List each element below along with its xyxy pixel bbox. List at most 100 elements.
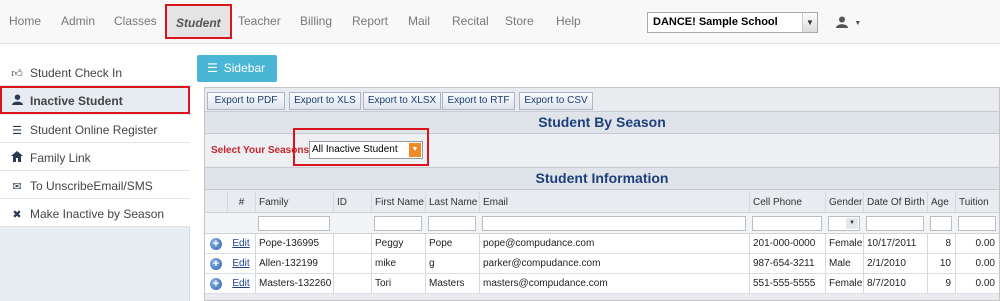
table-header-row: # Family ID First Name Last Name Email C…	[205, 192, 999, 213]
cell-tuition: 0.00	[955, 254, 999, 273]
sidebar-item-label: To UnscribeEmail/SMS	[30, 179, 153, 193]
cell-age: 9	[927, 274, 955, 293]
cell-date-of-birth: 10/17/2011	[863, 234, 927, 253]
expand-row-icon[interactable]: +	[210, 258, 222, 270]
col-header-gender[interactable]: Gender	[825, 192, 863, 212]
chevron-down-icon: ▼	[802, 13, 817, 32]
edit-link[interactable]: Edit	[227, 234, 255, 253]
school-select[interactable]: DANCE! Sample School ▼	[647, 12, 818, 33]
col-header-date-of-birth[interactable]: Date Of Birth	[863, 192, 927, 212]
col-header-family[interactable]: Family	[255, 192, 333, 212]
season-highlight-box	[293, 128, 429, 166]
sidebar: 👍︎ Student Check In Inactive Student ☰ Stu…	[0, 58, 190, 301]
nav-help[interactable]: Help	[556, 14, 581, 28]
nav-admin[interactable]: Admin	[61, 14, 95, 28]
filter-email-input[interactable]	[482, 216, 746, 231]
cell-family: Masters-132260	[255, 274, 333, 293]
nav-report[interactable]: Report	[352, 14, 388, 28]
nav-classes[interactable]: Classes	[114, 14, 157, 28]
col-header-number[interactable]: #	[227, 192, 255, 212]
col-header-last-name[interactable]: Last Name	[425, 192, 479, 212]
cell-age: 10	[927, 254, 955, 273]
expand-row-icon[interactable]: +	[210, 238, 222, 250]
table-filter-row: ▼	[205, 213, 999, 234]
nav-store[interactable]: Store	[505, 14, 534, 28]
cell-last-name: g	[425, 254, 479, 273]
filter-cell-phone-input[interactable]	[752, 216, 822, 231]
sidebar-item-student-check-in[interactable]: 👍︎ Student Check In	[0, 58, 190, 86]
top-navbar: Home Admin Classes Student Teacher Billi…	[0, 0, 1000, 44]
cell-tuition: 0.00	[955, 274, 999, 293]
sidebar-item-label: Student Check In	[30, 66, 123, 80]
edit-link[interactable]: Edit	[227, 274, 255, 293]
list-icon: ☰	[207, 61, 218, 75]
user-icon	[10, 94, 24, 108]
filter-family-input[interactable]	[258, 216, 330, 231]
export-pdf-button[interactable]: Export to PDF	[207, 92, 285, 110]
col-header-cell-phone[interactable]: Cell Phone	[749, 192, 825, 212]
export-rtf-button[interactable]: Export to RTF	[442, 92, 515, 110]
thumbs-up-icon: 👍︎	[11, 68, 23, 80]
nav-mail[interactable]: Mail	[408, 14, 430, 28]
home-icon	[10, 151, 24, 165]
cell-email: pope@compudance.com	[479, 234, 749, 253]
main-panel: Export to PDF Export to XLS Export to XL…	[204, 87, 1000, 301]
filter-first-name-input[interactable]	[374, 216, 422, 231]
cell-email: parker@compudance.com	[479, 254, 749, 273]
filter-age-input[interactable]	[930, 216, 952, 231]
table-row: + Edit Pope-136995 Peggy Pope pope@compu…	[205, 234, 999, 254]
cell-gender: Female	[825, 274, 863, 293]
user-icon	[836, 16, 848, 28]
col-header-first-name[interactable]: First Name	[371, 192, 425, 212]
nav-home[interactable]: Home	[9, 14, 41, 28]
caret-down-icon: ▼	[854, 20, 862, 27]
col-header-email[interactable]: Email	[479, 192, 749, 212]
cell-last-name: Pope	[425, 234, 479, 253]
sidebar-item-label: Student Online Register	[30, 123, 158, 137]
sidebar-item-inactive-student[interactable]: Inactive Student	[0, 86, 190, 114]
nav-recital[interactable]: Recital	[452, 14, 489, 28]
sidebar-item-make-inactive-by-season[interactable]: ✖ Make Inactive by Season	[0, 199, 190, 227]
chevron-down-icon: ▼	[846, 218, 858, 229]
nav-teacher[interactable]: Teacher	[238, 14, 281, 28]
cell-gender: Female	[825, 234, 863, 253]
filter-gender-select[interactable]: ▼	[828, 216, 860, 231]
col-header-tuition[interactable]: Tuition	[955, 192, 999, 212]
cell-tuition: 0.00	[955, 234, 999, 253]
cell-family: Allen-132199	[255, 254, 333, 273]
nav-student[interactable]: Student	[165, 4, 232, 39]
cell-first-name: Tori	[371, 274, 425, 293]
expand-row-icon[interactable]: +	[210, 278, 222, 290]
filter-tuition-input[interactable]	[958, 216, 996, 231]
edit-link[interactable]: Edit	[227, 254, 255, 273]
sidebar-item-label: Family Link	[30, 151, 91, 165]
sidebar-item-unsubscribe[interactable]: ✉ To UnscribeEmail/SMS	[0, 171, 190, 199]
cell-family: Pope-136995	[255, 234, 333, 253]
cell-last-name: Masters	[425, 274, 479, 293]
cell-first-name: mike	[371, 254, 425, 273]
filter-last-name-input[interactable]	[428, 216, 476, 231]
export-csv-button[interactable]: Export to CSV	[519, 92, 593, 110]
cell-first-name: Peggy	[371, 234, 425, 253]
cell-date-of-birth: 2/1/2010	[863, 254, 927, 273]
cell-gender: Male	[825, 254, 863, 273]
sidebar-item-label: Inactive Student	[30, 94, 123, 108]
nav-billing[interactable]: Billing	[300, 14, 332, 28]
cell-email: masters@compudance.com	[479, 274, 749, 293]
cell-id	[333, 254, 371, 273]
export-xlsx-button[interactable]: Export to XLSX	[363, 92, 441, 110]
sidebar-item-family-link[interactable]: Family Link	[0, 143, 190, 171]
cell-id	[333, 234, 371, 253]
col-header-id[interactable]: ID	[333, 192, 371, 212]
sidebar-item-student-online-register[interactable]: ☰ Student Online Register	[0, 115, 190, 143]
list-icon: ☰	[12, 125, 22, 137]
cell-cell-phone: 551-555-5555	[749, 274, 825, 293]
filter-dob-input[interactable]	[866, 216, 924, 231]
cell-cell-phone: 987-654-3211	[749, 254, 825, 273]
col-header-age[interactable]: Age	[927, 192, 955, 212]
export-xls-button[interactable]: Export to XLS	[289, 92, 361, 110]
table-row: + Edit Masters-132260 Tori Masters maste…	[205, 274, 999, 294]
sidebar-toggle-button[interactable]: ☰ Sidebar	[197, 55, 277, 82]
cell-id	[333, 274, 371, 293]
user-menu[interactable]: ▼	[836, 14, 861, 28]
